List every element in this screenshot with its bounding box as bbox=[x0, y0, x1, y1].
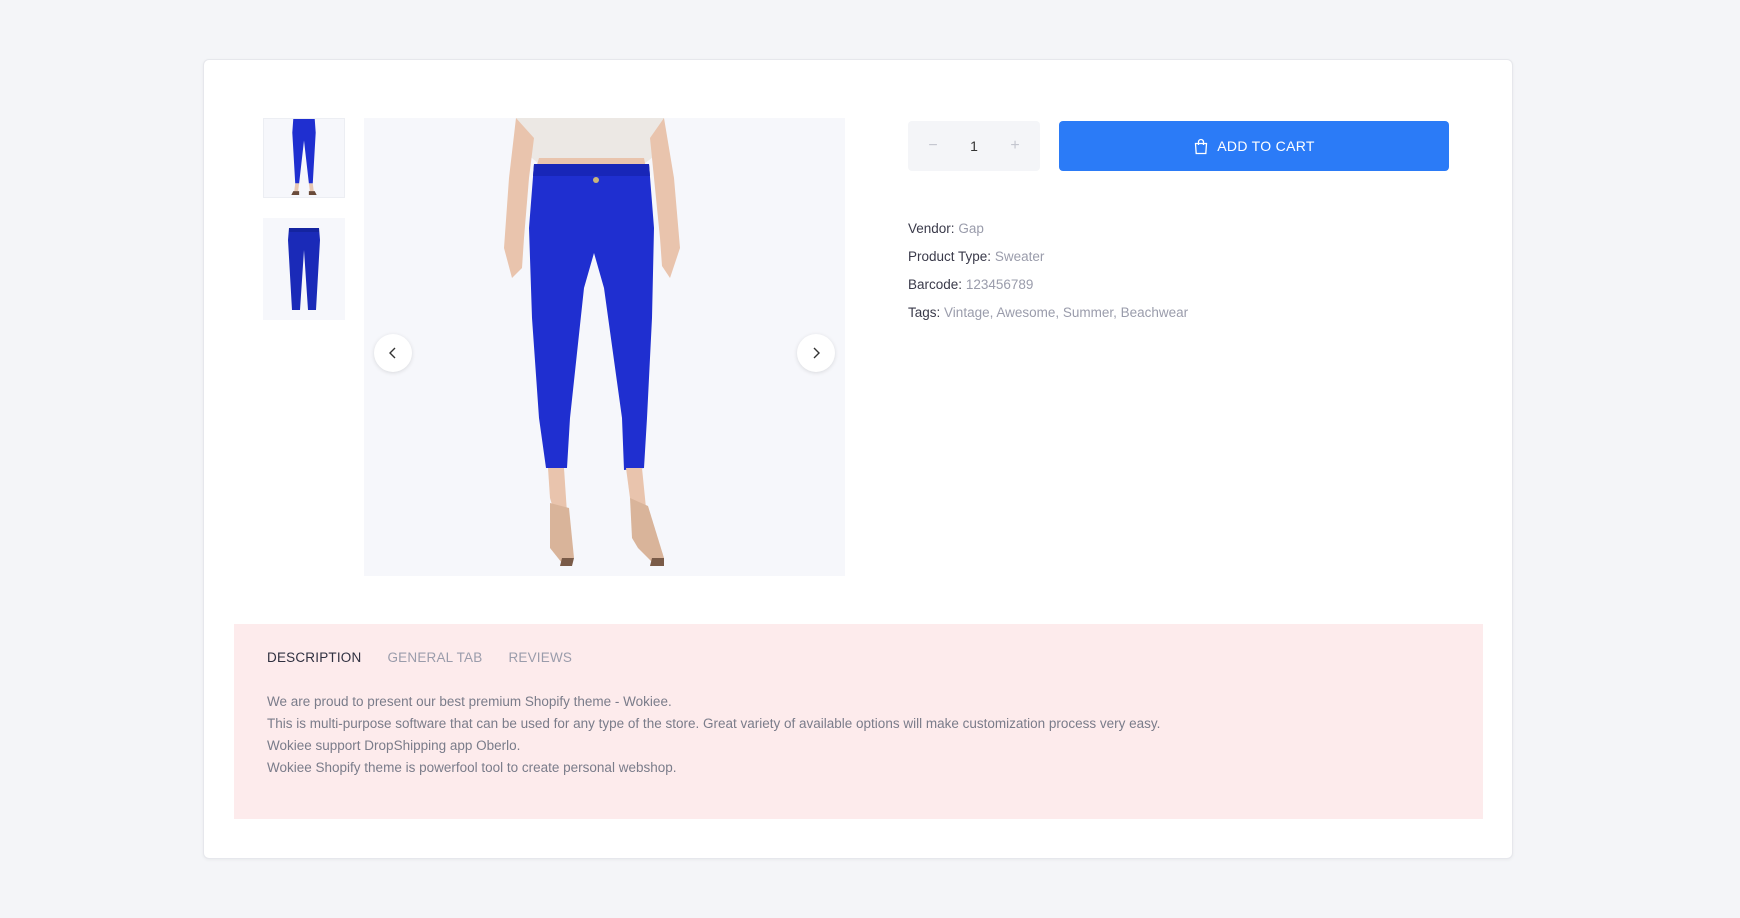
meta-vendor-value[interactable]: Gap bbox=[958, 221, 984, 236]
meta-product-type-label: Product Type: bbox=[908, 249, 992, 264]
quantity-input[interactable] bbox=[954, 138, 994, 154]
quantity-decrease-button[interactable]: − bbox=[924, 138, 942, 154]
meta-product-type: Product Type: Sweater bbox=[908, 243, 1188, 271]
description-content: We are proud to present our best premium… bbox=[267, 691, 1160, 779]
shopping-bag-icon bbox=[1195, 138, 1208, 154]
description-line: Wokiee Shopify theme is powerfool tool t… bbox=[267, 760, 677, 775]
prev-image-button[interactable] bbox=[374, 334, 412, 372]
product-tabs-section: DESCRIPTION GENERAL TAB REVIEWS We are p… bbox=[234, 624, 1483, 819]
description-line: We are proud to present our best premium… bbox=[267, 694, 672, 709]
product-card: − + ADD TO CART Vendor: Gap Product Type… bbox=[203, 59, 1513, 859]
jeans-flat-thumbnail-image bbox=[263, 218, 345, 320]
meta-barcode-value: 123456789 bbox=[965, 277, 1034, 292]
main-product-image[interactable] bbox=[364, 118, 845, 576]
description-line: This is multi-purpose software that can … bbox=[267, 716, 1161, 731]
blue-jeans-model-image bbox=[364, 118, 845, 576]
meta-tags-label: Tags: bbox=[908, 305, 941, 320]
jeans-front-thumbnail-image bbox=[264, 119, 344, 197]
product-tabs: DESCRIPTION GENERAL TAB REVIEWS bbox=[267, 650, 572, 665]
next-image-button[interactable] bbox=[797, 334, 835, 372]
meta-product-type-value[interactable]: Sweater bbox=[995, 249, 1045, 264]
meta-tags: Tags: Vintage, Awesome, Summer, Beachwea… bbox=[908, 299, 1188, 327]
description-line: Wokiee support DropShipping app Oberlo. bbox=[267, 738, 521, 753]
meta-barcode-label: Barcode: bbox=[908, 277, 963, 292]
add-to-cart-button[interactable]: ADD TO CART bbox=[1059, 121, 1449, 171]
meta-vendor: Vendor: Gap bbox=[908, 215, 1188, 243]
meta-tags-value[interactable]: Vintage, Awesome, Summer, Beachwear bbox=[944, 305, 1188, 320]
meta-barcode: Barcode: 123456789 bbox=[908, 271, 1188, 299]
product-meta: Vendor: Gap Product Type: Sweater Barcod… bbox=[908, 215, 1188, 327]
meta-vendor-label: Vendor: bbox=[908, 221, 955, 236]
tab-description[interactable]: DESCRIPTION bbox=[267, 650, 361, 665]
chevron-left-icon bbox=[389, 347, 396, 359]
chevron-right-icon bbox=[813, 347, 820, 359]
quantity-increase-button[interactable]: + bbox=[1006, 138, 1024, 154]
tab-reviews[interactable]: REVIEWS bbox=[508, 650, 572, 665]
add-to-cart-label: ADD TO CART bbox=[1217, 138, 1315, 154]
tab-general[interactable]: GENERAL TAB bbox=[387, 650, 482, 665]
quantity-stepper: − + bbox=[908, 121, 1040, 171]
thumbnail-jeans-flat[interactable] bbox=[263, 218, 345, 320]
thumbnail-jeans-front[interactable] bbox=[263, 118, 345, 198]
